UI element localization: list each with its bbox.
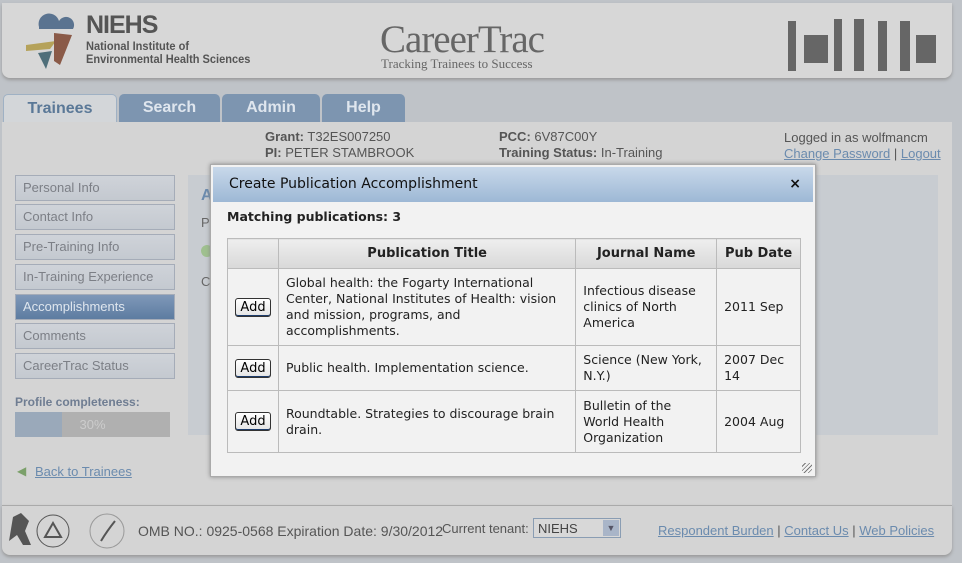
sidebar-item-careertrac-status[interactable]: CareerTrac Status <box>15 353 175 379</box>
org-full-name: National Institute of Environmental Healt… <box>86 40 250 66</box>
journal-name: Bulletin of the World Health Organizatio… <box>575 390 718 453</box>
add-publication-button[interactable]: Add <box>235 358 271 378</box>
tenant-value: NIEHS <box>538 521 578 536</box>
journal-name: Science (New York, N.Y.) <box>575 345 718 391</box>
logged-in-text: Logged in as wolfmancm <box>784 130 928 145</box>
contact-us-link[interactable]: Contact Us <box>784 523 848 538</box>
respondent-burden-link[interactable]: Respondent Burden <box>658 523 774 538</box>
sidebar-item-contact-info[interactable]: Contact Info <box>15 204 175 230</box>
profile-completeness-label: Profile completeness: <box>15 395 140 409</box>
separator: | <box>777 523 781 538</box>
separator: | <box>893 146 898 161</box>
publication-title: Roundtable. Strategies to discourage bra… <box>277 390 577 453</box>
progress-text: 30% <box>79 417 106 432</box>
change-password-link[interactable]: Change Password <box>784 146 890 161</box>
footer-links: Respondent Burden | Contact Us | Web Pol… <box>658 523 934 538</box>
matching-count: Matching publications: 3 <box>227 209 402 224</box>
tab-help[interactable]: Help <box>322 94 405 123</box>
grant-value: T32ES007250 <box>307 129 391 144</box>
sidebar-item-pre-training-info[interactable]: Pre-Training Info <box>15 234 175 260</box>
sidebar-item-accomplishments[interactable]: Accomplishments <box>15 294 175 320</box>
pub-date: 2011 Sep <box>716 268 801 346</box>
back-to-trainees-link[interactable]: Back to Trainees <box>35 464 132 479</box>
pi-label: PI: <box>265 145 282 160</box>
pub-date: 2007 Dec 14 <box>716 345 801 391</box>
publication-title: Global health: the Fogarty International… <box>277 268 577 346</box>
add-publication-button[interactable]: Add <box>235 297 271 317</box>
table-row: Add Roundtable. Strategies to discourage… <box>227 390 801 453</box>
pub-date: 2004 Aug <box>716 390 801 453</box>
status-label: Training Status: <box>499 145 598 160</box>
column-header-date: Pub Date <box>716 238 801 269</box>
add-publication-button[interactable]: Add <box>235 412 271 431</box>
pcc-value: 6V87C00Y <box>534 129 598 144</box>
profile-progress-bar: 30% <box>15 412 170 437</box>
sidebar-item-personal-info[interactable]: Personal Info <box>15 175 175 201</box>
grant-label: Grant: <box>265 129 304 144</box>
back-arrow-icon: ◀ <box>17 464 27 478</box>
pcc-info: PCC: 6V87C00Y <box>499 129 597 144</box>
footer: OMB NO.: 0925-0568 Expiration Date: 9/30… <box>2 505 952 555</box>
column-header-title: Publication Title <box>277 238 577 269</box>
sidebar-item-comments[interactable]: Comments <box>15 323 175 349</box>
separator: | <box>852 523 856 538</box>
header: NIEHS National Institute of Environmental… <box>2 3 952 78</box>
column-header-journal: Journal Name <box>575 238 718 269</box>
chevron-down-icon[interactable]: ▼ <box>603 520 619 536</box>
training-status-info: Training Status: In-Training <box>499 145 663 160</box>
tab-search[interactable]: Search <box>119 94 220 123</box>
web-policies-link[interactable]: Web Policies <box>859 523 934 538</box>
org-line2: Environmental Health Sciences <box>86 52 251 66</box>
tab-admin[interactable]: Admin <box>222 94 320 123</box>
publication-title: Public health. Implementation science. <box>277 345 577 391</box>
table-row: Add Public health. Implementation scienc… <box>227 345 801 391</box>
resize-handle-icon[interactable] <box>802 463 812 473</box>
pi-value: PETER STAMBROOK <box>285 145 415 160</box>
omb-text: OMB NO.: 0925-0568 Expiration Date: 9/30… <box>138 523 444 539</box>
tenant-label: Current tenant: <box>442 521 529 536</box>
dialog-title: Create Publication Accomplishment <box>229 176 478 192</box>
status-value: In-Training <box>600 145 663 160</box>
section-text: P <box>201 215 210 230</box>
section-text-2: C <box>201 274 211 289</box>
pcc-label: PCC: <box>499 129 531 144</box>
close-icon[interactable]: × <box>789 167 801 202</box>
table-row: Add Global health: the Fogarty Internati… <box>227 268 801 346</box>
grant-info: Grant: T32ES007250 <box>265 129 391 144</box>
tab-trainees[interactable]: Trainees <box>3 94 117 124</box>
logout-link[interactable]: Logout <box>901 146 941 161</box>
tenant-select[interactable]: NIEHS ▼ <box>533 518 621 538</box>
sidebar-item-in-training-experience[interactable]: In-Training Experience <box>15 264 175 290</box>
account-links: Change Password | Logout <box>784 146 941 161</box>
publications-table: Publication Title Journal Name Pub Date … <box>227 238 801 453</box>
column-header-action <box>227 238 279 269</box>
tagline: Tracking Trainees to Success <box>381 56 533 71</box>
journal-name: Infectious disease clinics of North Amer… <box>575 268 718 346</box>
dialog-titlebar[interactable]: Create Publication Accomplishment × <box>213 167 813 202</box>
people-silhouettes-icon <box>788 19 936 71</box>
create-publication-dialog: Create Publication Accomplishment × Matc… <box>210 164 816 477</box>
pi-info: PI: PETER STAMBROOK <box>265 145 414 160</box>
org-short-name: NIEHS <box>86 11 158 39</box>
niehs-logo-icon <box>26 13 75 69</box>
hhs-nih-logos-icon <box>9 513 125 549</box>
